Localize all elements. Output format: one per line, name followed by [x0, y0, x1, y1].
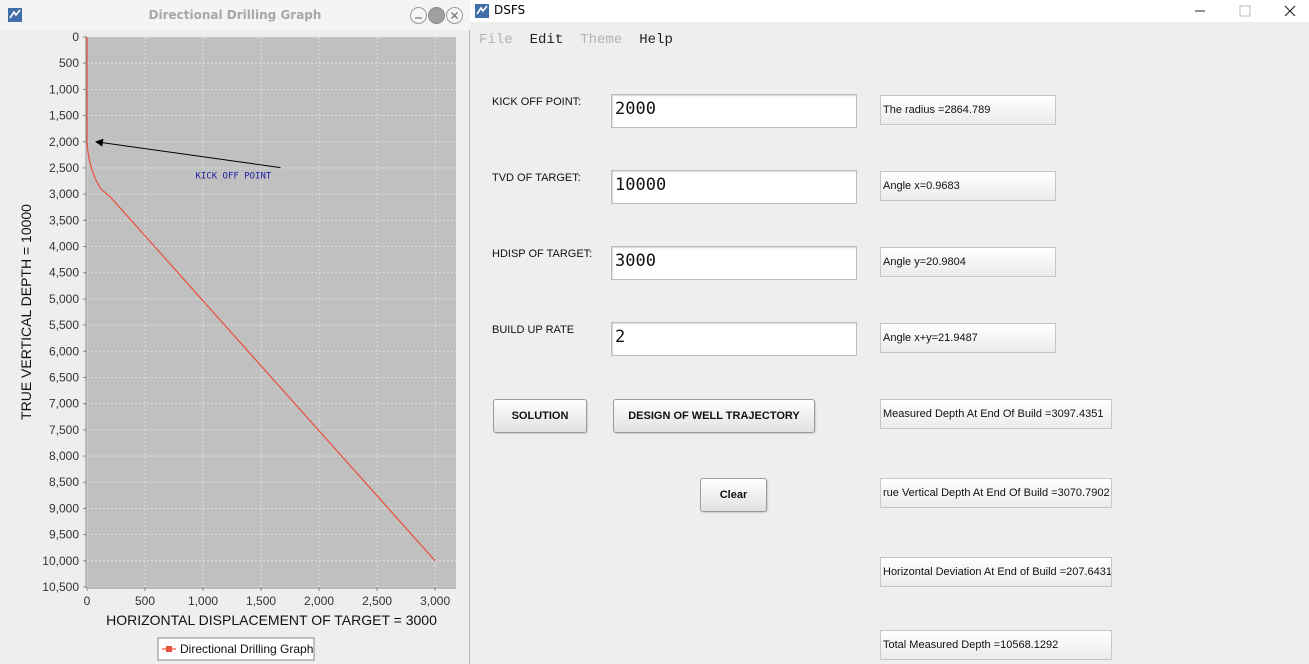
java-app-icon [475, 4, 489, 18]
graph-window: Directional Drilling Graph 0 500 1,000 1,50… [0, 0, 470, 664]
menu-edit[interactable]: Edit [521, 30, 572, 50]
y-axis-label: TRUE VERTICAL DEPTH = 10000 [18, 204, 34, 420]
clear-button[interactable]: Clear [700, 478, 767, 512]
legend-label: Directional Drilling Graph [180, 642, 313, 656]
y-tick-label: 9,000 [49, 501, 79, 515]
solution-button[interactable]: SOLUTION [493, 399, 587, 433]
y-tick-label: 6,500 [49, 370, 79, 384]
y-tick-label: 10,000 [42, 554, 79, 568]
y-tick-label: 7,000 [49, 397, 79, 411]
angle-x-output: Angle x=0.9683 [880, 171, 1056, 201]
y-tick-label: 4,500 [49, 266, 79, 280]
x-axis-ticks: 0 500 1,000 1,500 2,000 2,500 3,000 [84, 587, 450, 608]
graph-titlebar[interactable]: Directional Drilling Graph [0, 0, 470, 30]
plot-area [87, 37, 456, 587]
angle-x-plus-y-output: Angle x+y=21.9487 [880, 323, 1056, 353]
y-tick-label: 10,500 [42, 580, 79, 594]
kick-off-point-label: KICK OFF POINT: [492, 96, 582, 108]
hdisp-of-target-label: HDISP OF TARGET: [492, 248, 593, 260]
x-tick-label: 3,000 [420, 594, 450, 608]
y-tick-label: 3,500 [49, 213, 79, 227]
y-tick-label: 1,000 [49, 82, 79, 96]
design-of-well-trajectory-button[interactable]: DESIGN OF WELL TRAJECTORY [613, 399, 815, 433]
y-tick-label: 2,000 [49, 135, 79, 149]
y-tick-label: 5,000 [49, 292, 79, 306]
angle-y-output: Angle y=20.9804 [880, 247, 1056, 277]
x-tick-label: 0 [84, 594, 91, 608]
y-tick-label: 3,000 [49, 187, 79, 201]
close-circle-icon[interactable] [446, 7, 463, 24]
x-tick-label: 2,500 [362, 594, 392, 608]
kick-off-point-input[interactable]: 2000 [611, 94, 857, 128]
measured-depth-end-of-build-output: Measured Depth At End Of Build =3097.435… [880, 399, 1112, 429]
menu-file[interactable]: File [470, 30, 521, 50]
kick-off-point-annotation: KICK OFF POINT [195, 172, 271, 182]
menu-theme[interactable]: Theme [571, 30, 630, 50]
chart-legend: Directional Drilling Graph [157, 637, 315, 661]
x-tick-label: 2,000 [304, 594, 334, 608]
dsfs-window: DSFS File Edit Theme Help KICK OFF POINT… [470, 0, 1309, 664]
x-tick-label: 500 [135, 594, 155, 608]
build-up-rate-label: BUILD UP RATE [492, 324, 575, 336]
maximize-icon[interactable] [1222, 0, 1268, 22]
y-tick-label: 1,500 [49, 109, 79, 123]
y-tick-label: 8,500 [49, 475, 79, 489]
tvd-of-target-input[interactable]: 10000 [611, 170, 857, 204]
y-tick-label: 8,000 [49, 449, 79, 463]
x-axis-label: HORIZONTAL DISPLACEMENT OF TARGET = 3000 [106, 612, 437, 628]
menu-help[interactable]: Help [630, 30, 681, 50]
directional-drilling-chart: 0 500 1,000 1,500 2,000 2,500 3,000 0 500 1,000 1… [18, 30, 456, 661]
y-tick-label: 6,000 [49, 344, 79, 358]
y-tick-label: 5,500 [49, 318, 79, 332]
y-tick-label: 500 [59, 56, 79, 70]
y-axis-ticks: 0 500 1,000 1,500 2,000 2,500 3,000 3,500 4,000 4… [42, 30, 87, 594]
minimize-icon[interactable] [1177, 0, 1223, 22]
menu-bar: File Edit Theme Help [470, 30, 681, 50]
radius-output: The radius =2864.789 [880, 95, 1056, 125]
close-icon[interactable] [1267, 0, 1309, 22]
x-tick-label: 1,500 [246, 594, 276, 608]
dsfs-window-title: DSFS [494, 3, 526, 17]
graph-window-title: Directional Drilling Graph [148, 8, 322, 22]
x-tick-label: 1,000 [188, 594, 218, 608]
hdisp-of-target-input[interactable]: 3000 [611, 246, 857, 280]
legend-swatch [166, 646, 172, 652]
y-tick-label: 0 [72, 30, 79, 44]
y-tick-label: 9,500 [49, 528, 79, 542]
total-measured-depth-output: Total Measured Depth =10568.1292 [880, 630, 1112, 660]
tvd-of-target-label: TVD OF TARGET: [492, 172, 581, 184]
horizontal-deviation-end-of-build-output: Horizontal Deviation At End of Build =20… [880, 557, 1112, 587]
y-tick-label: 7,500 [49, 423, 79, 437]
y-tick-label: 2,500 [49, 161, 79, 175]
maximize-circle-icon[interactable] [428, 7, 445, 24]
minimize-circle-icon[interactable] [410, 7, 427, 24]
y-tick-label: 4,000 [49, 240, 79, 254]
build-up-rate-input[interactable]: 2 [611, 322, 857, 356]
true-vertical-depth-end-of-build-output: rue Vertical Depth At End Of Build =3070… [880, 478, 1112, 508]
dsfs-titlebar[interactable]: DSFS [470, 0, 1309, 22]
